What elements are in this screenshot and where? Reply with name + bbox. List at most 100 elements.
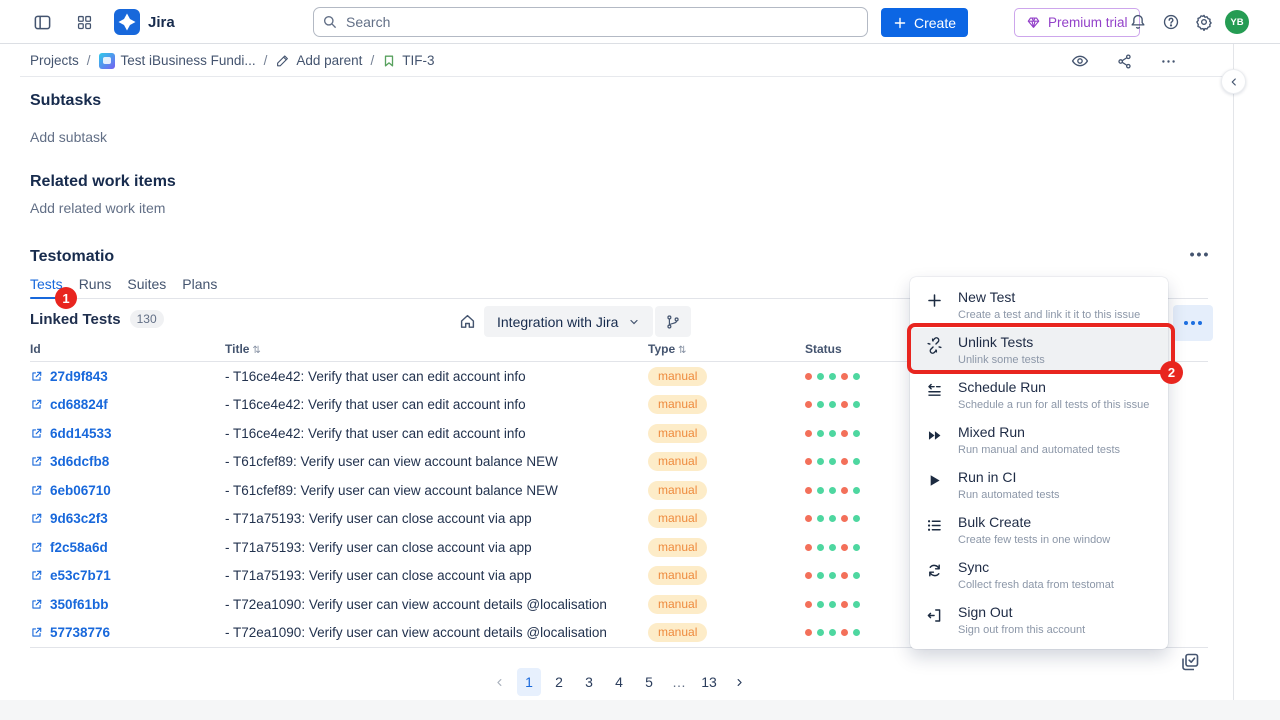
menu-item-title: Run in CI [958,469,1060,486]
pagination-page-13[interactable]: 13 [697,668,721,696]
test-id-link[interactable]: 9d63c2f3 [30,511,225,526]
status-dot-fail [805,401,812,408]
list-icon [924,517,944,547]
tab-plans[interactable]: Plans [182,276,217,298]
menu-item-title: Schedule Run [958,379,1149,396]
menu-item-bulk-create[interactable]: Bulk CreateCreate few tests in one windo… [910,508,1168,553]
breadcrumb: Projects / Test iBusiness Fundi... / Add… [30,44,434,77]
test-title: - T61cfef89: Verify user can view accoun… [225,483,648,498]
branch-icon-button[interactable] [655,306,691,337]
test-id-link[interactable]: e53c7b71 [30,568,225,583]
linked-tests-title: Linked Tests [30,311,121,328]
sidebar-toggle-icon[interactable] [30,10,54,34]
add-related-work-item-button[interactable]: Add related work item [30,200,165,216]
settings-gear-icon[interactable] [1192,10,1216,34]
status-dot-pass [853,601,860,608]
app-switcher-icon[interactable] [72,10,96,34]
search-input[interactable] [313,7,868,37]
test-type-cell: manual [648,595,805,614]
status-dot-fail [805,572,812,579]
breadcrumb-add-parent[interactable]: Add parent [275,53,362,68]
test-id-link[interactable]: 57738776 [30,625,225,640]
pagination-prev-icon[interactable] [487,668,511,696]
external-link-icon [30,598,43,611]
column-title: Title⇅ [225,342,648,361]
test-title: - T71a75193: Verify user can close accou… [225,568,648,583]
plus-icon [893,16,907,30]
type-badge: manual [648,509,707,528]
notifications-bell-icon[interactable] [1126,10,1150,34]
pagination-page-4[interactable]: 4 [607,668,631,696]
bulk-select-icon[interactable] [1179,650,1203,674]
collapse-panel-chevron-icon[interactable] [1221,69,1246,94]
create-button[interactable]: Create [881,8,968,37]
status-dot-pass [817,373,824,380]
test-type-cell: manual [648,481,805,500]
watch-eye-icon[interactable] [1065,48,1095,74]
menu-item-unlink-tests[interactable]: Unlink TestsUnlink some tests [910,328,1168,373]
breadcrumb-project[interactable]: Test iBusiness Fundi... [99,53,256,69]
test-id-link[interactable]: 6eb06710 [30,483,225,498]
test-id-link[interactable]: 6dd14533 [30,426,225,441]
status-dot-pass [817,430,824,437]
type-badge: manual [648,395,707,414]
external-link-icon [30,512,43,525]
jira-issue-view: Jira Create Premium trial [0,0,1280,720]
menu-item-run-in-ci[interactable]: Run in CIRun automated tests [910,463,1168,508]
status-dot-pass [853,629,860,636]
pagination-next-icon[interactable] [727,668,751,696]
type-badge: manual [648,367,707,386]
project-selector-dropdown[interactable]: Integration with Jira [484,306,653,337]
test-title: - T72ea1090: Verify user can view accoun… [225,597,648,612]
type-badge: manual [648,566,707,585]
tab-runs[interactable]: Runs [79,276,112,298]
pagination-page-5[interactable]: 5 [637,668,661,696]
testomatio-section-ellipsis-icon[interactable]: ••• [1186,243,1214,265]
menu-item-subtitle: Collect fresh data from testomat [958,578,1114,592]
linked-tests-actions-button[interactable] [1173,305,1213,341]
status-dot-fail [841,487,848,494]
status-dot-pass [853,572,860,579]
pagination-page-2[interactable]: 2 [547,668,571,696]
test-type-cell: manual [648,509,805,528]
menu-item-new-test[interactable]: New TestCreate a test and link it it to … [910,283,1168,328]
test-id-link[interactable]: f2c58a6d [30,540,225,555]
test-type-cell: manual [648,623,805,642]
status-dot-pass [853,487,860,494]
external-link-icon [30,370,43,383]
menu-item-schedule-run[interactable]: Schedule RunSchedule a run for all tests… [910,373,1168,418]
tab-suites[interactable]: Suites [127,276,166,298]
test-id-link[interactable]: 350f61bb [30,597,225,612]
home-icon[interactable] [455,309,479,333]
add-subtask-button[interactable]: Add subtask [30,129,107,145]
pagination-page-1[interactable]: 1 [517,668,541,696]
annotation-step-2-badge: 2 [1160,361,1183,384]
premium-trial-button[interactable]: Premium trial [1014,8,1140,37]
external-link-icon [30,569,43,582]
breadcrumb-projects[interactable]: Projects [30,53,79,68]
test-id-link[interactable]: 3d6dcfb8 [30,454,225,469]
status-dot-fail [805,430,812,437]
status-dot-pass [817,487,824,494]
menu-item-mixed-run[interactable]: Mixed RunRun manual and automated tests [910,418,1168,463]
menu-item-subtitle: Sign out from this account [958,623,1085,637]
status-dot-pass [829,373,836,380]
menu-item-sign-out[interactable]: Sign OutSign out from this account [910,598,1168,643]
external-link-icon [30,427,43,440]
sort-icon[interactable]: ⇅ [252,345,260,356]
status-dot-pass [829,629,836,636]
sort-icon[interactable]: ⇅ [678,345,686,356]
help-icon[interactable] [1159,10,1183,34]
status-dot-pass [853,458,860,465]
breadcrumb-issue-key[interactable]: TIF-3 [382,53,434,68]
test-id-link[interactable]: cd68824f [30,397,225,412]
test-id-link[interactable]: 27d9f843 [30,369,225,384]
user-avatar[interactable]: YB [1225,10,1249,34]
pagination-page-3[interactable]: 3 [577,668,601,696]
menu-item-sync[interactable]: SyncCollect fresh data from testomat [910,553,1168,598]
test-type-cell: manual [648,424,805,443]
share-icon[interactable] [1109,48,1139,74]
jira-logo[interactable]: Jira [114,9,175,35]
issue-actions-ellipsis-icon[interactable] [1153,48,1183,74]
test-type-cell: manual [648,538,805,557]
